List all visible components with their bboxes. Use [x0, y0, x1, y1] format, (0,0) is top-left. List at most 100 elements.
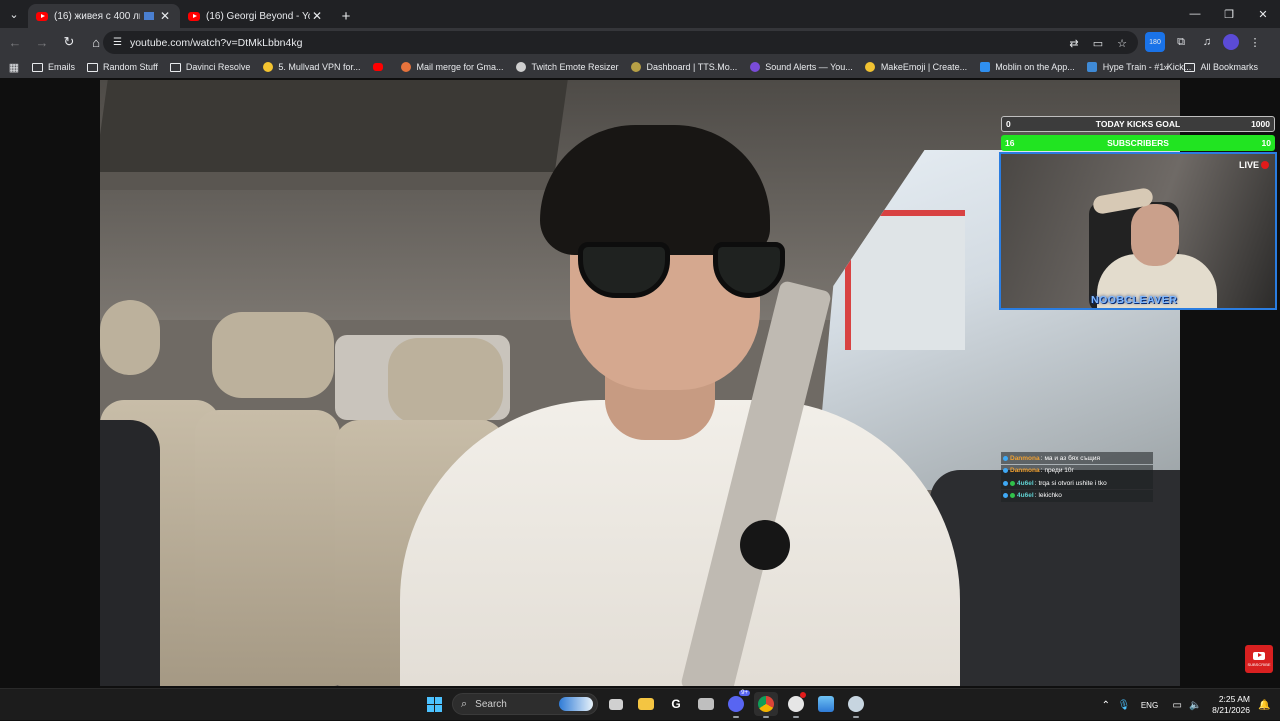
more-bookmarks-icon[interactable]: » — [1163, 62, 1168, 72]
lapel-mic — [740, 520, 790, 570]
avatar[interactable] — [1223, 34, 1239, 50]
cast-icon[interactable]: ▭ — [1090, 35, 1106, 51]
clock[interactable]: 2:25 AM 8/21/2026 — [1212, 694, 1250, 716]
car-door-panel — [930, 470, 1180, 686]
photos-button[interactable] — [814, 692, 838, 716]
search-highlight-image — [559, 697, 593, 711]
bookmark-emails[interactable]: Emails — [32, 62, 75, 73]
forward-button[interactable]: → — [30, 30, 54, 54]
volume-icon[interactable]: 🔈 — [1186, 700, 1204, 711]
badge-icon — [1003, 480, 1008, 486]
reload-button[interactable]: ↻ — [57, 30, 81, 54]
discord-button[interactable]: 9+ — [724, 690, 750, 718]
folder-icon — [638, 698, 654, 710]
folder-icon — [169, 62, 181, 72]
steam-button[interactable] — [844, 692, 868, 718]
bookmark-moblin[interactable]: Moblin on the App... — [979, 62, 1075, 73]
chrome-button[interactable] — [754, 692, 778, 718]
webcam-overlay: LIVE NOOBCLEAVER — [999, 152, 1277, 310]
streamer-name: NOOBCLEAVER — [1091, 294, 1178, 306]
badge-icon — [1003, 493, 1008, 498]
youtube-icon — [1253, 651, 1265, 660]
app-g-button[interactable]: G — [664, 692, 688, 716]
chat-message: 4u6el: trqa si otvori ushite i tko — [1001, 477, 1153, 489]
microphone-icon[interactable]: 🎙 — [1115, 700, 1133, 711]
chat-overlay: Danmona: ма и аз бях същия Danmona: преди … — [1001, 452, 1153, 502]
translate-icon[interactable]: ⇄ — [1066, 35, 1082, 51]
browser-toolbar: ← → ↻ ⌂ ☰ youtube.com/watch?v=DtMkLbbn4k… — [0, 28, 1280, 56]
back-button[interactable]: ← — [3, 30, 27, 54]
notification-bell-icon[interactable]: 🔔 — [1258, 700, 1274, 711]
video-player-area: 0 TODAY KICKS GOAL 1000 16 SUBSCRIBERS 1… — [0, 78, 1280, 688]
badge-icon — [1010, 480, 1015, 486]
chevron-down-icon: ⌄ — [9, 8, 19, 21]
kicks-goal-label: TODAY KICKS GOAL — [1095, 119, 1181, 129]
menu-icon[interactable]: ⋮ — [1245, 32, 1265, 52]
emoji-icon — [865, 62, 876, 72]
chat-message: 4u6el: lekichko — [1001, 489, 1153, 502]
close-icon[interactable]: ✕ — [158, 9, 172, 23]
windows-taskbar: ⌕ Search G 9+ ⌃ 🎙 ENG ▭ 🔈 2:25 AM 8/21/2… — [0, 688, 1280, 720]
appstore-icon — [979, 62, 990, 72]
subscribers-target: 10 — [1261, 138, 1271, 148]
chevron-up-icon[interactable]: ⌃ — [1097, 700, 1115, 711]
bookmark-makeemoji[interactable]: MakeEmoji | Create... — [865, 62, 967, 73]
bookmark-twitch-emote[interactable]: Twitch Emote Resizer — [516, 62, 619, 73]
disk-icon — [698, 698, 714, 710]
bookmark-davinci[interactable]: Davinci Resolve — [169, 62, 250, 73]
all-bookmarks-button[interactable]: All Bookmarks — [1184, 62, 1258, 73]
close-icon[interactable]: ✕ — [310, 9, 324, 23]
bookmark-mullvad[interactable]: 5. Mullvad VPN for... — [262, 62, 360, 73]
restore-button[interactable]: ❐ — [1212, 0, 1246, 28]
obs-button[interactable] — [784, 692, 808, 718]
tab-title: (16) Georgi Beyond - YouTube — [206, 10, 310, 22]
g-logo-icon: G — [671, 697, 681, 711]
bookmarks-bar: ▦ Emails Random Stuff Davinci Resolve 5.… — [0, 56, 1280, 78]
url-text: youtube.com/watch?v=DtMkLbbn4kg — [129, 36, 303, 49]
bookmark-youtube[interactable] — [372, 62, 388, 73]
close-window-button[interactable]: ✕ — [1246, 0, 1280, 28]
notification-badge: 9+ — [739, 690, 750, 696]
taskbar-search[interactable]: ⌕ Search — [452, 693, 598, 715]
start-button[interactable] — [422, 692, 446, 716]
subscribe-widget: SUBSCRIBE — [1245, 645, 1273, 673]
tab-strip: ⌄ (16) живея с 400 лв на мес ✕ (16) Geor… — [0, 0, 1280, 28]
youtube-icon — [372, 63, 383, 71]
task-view-button[interactable] — [604, 692, 628, 716]
tab-channel[interactable]: (16) Georgi Beyond - YouTube ✕ — [180, 4, 332, 28]
new-tab-button[interactable]: + — [332, 4, 360, 28]
bookmark-random-stuff[interactable]: Random Stuff — [87, 62, 158, 73]
folder-icon — [32, 62, 43, 72]
extensions-icon[interactable]: ⧉ — [1171, 32, 1191, 52]
mullvad-icon — [262, 62, 273, 72]
bookmark-star-icon[interactable]: ☆ — [1114, 35, 1130, 51]
tab-title: (16) живея с 400 лв на мес — [54, 10, 140, 22]
bookmark-sound-alerts[interactable]: Sound Alerts — You... — [749, 62, 853, 73]
tab-video[interactable]: (16) живея с 400 лв на мес ✕ — [28, 4, 180, 28]
tts-icon — [631, 62, 642, 72]
bookmark-mail-merge[interactable]: Mail merge for Gma... — [400, 62, 504, 73]
chrome-icon — [758, 696, 774, 712]
window-controls: — ❐ ✕ — [1178, 0, 1280, 28]
media-control-icon[interactable]: ♫ — [1197, 32, 1217, 52]
language-indicator[interactable]: ENG — [1141, 701, 1158, 710]
kicks-goal-bar: 0 TODAY KICKS GOAL 1000 — [1001, 116, 1275, 132]
system-tray: ⌃ 🎙 ENG ▭ 🔈 2:25 AM 8/21/2026 🔔 — [1097, 689, 1280, 721]
subscribers-label: SUBSCRIBERS — [1107, 138, 1169, 148]
minimize-button[interactable]: — — [1178, 0, 1212, 28]
shield-icon — [1087, 62, 1098, 72]
tab-search-button[interactable]: ⌄ — [0, 0, 28, 28]
globe-icon — [516, 62, 526, 72]
obs-icon — [788, 696, 804, 712]
address-bar[interactable]: ☰ youtube.com/watch?v=DtMkLbbn4kg ⇄ ▭ ☆ — [103, 31, 1138, 54]
site-info-icon[interactable]: ☰ — [113, 37, 122, 48]
bookmark-tts[interactable]: Dashboard | TTS.Mo... — [631, 62, 737, 73]
chat-message: Danmona: преди 10г — [1001, 464, 1153, 477]
file-explorer-button[interactable] — [634, 692, 658, 716]
record-dot-icon — [1261, 161, 1269, 169]
network-icon[interactable]: ▭ — [1168, 700, 1186, 711]
app-disk-button[interactable] — [694, 692, 718, 716]
extension-badge[interactable]: 180 — [1145, 32, 1165, 52]
driver-shirt — [400, 400, 960, 686]
apps-grid-icon[interactable]: ▦ — [0, 61, 28, 74]
